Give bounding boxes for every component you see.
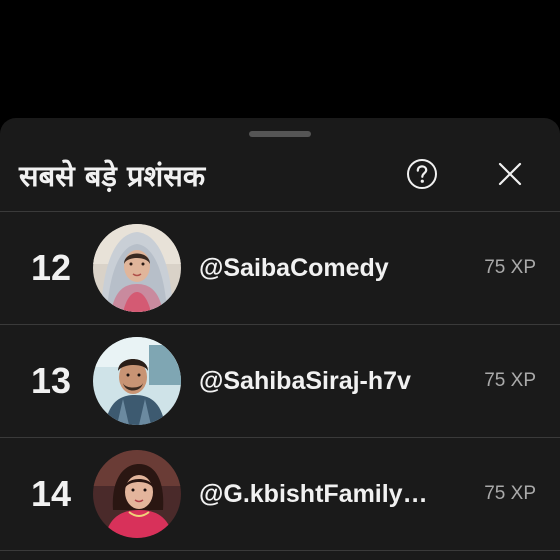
fan-rank: 12 bbox=[30, 247, 72, 288]
fan-xp: 75 XP bbox=[484, 370, 536, 391]
fan-handle[interactable]: @G.kbishtFamily… bbox=[199, 438, 444, 550]
help-circle-icon bbox=[407, 159, 437, 189]
close-button[interactable] bbox=[494, 158, 526, 190]
top-fans-sheet: सबसे बड़े प्रशंसक 12 @SaibaComedy 75 XP … bbox=[0, 118, 560, 560]
fan-avatar[interactable] bbox=[93, 450, 181, 538]
sheet-title: सबसे बड़े प्रशंसक bbox=[19, 159, 206, 193]
fan-avatar[interactable] bbox=[93, 337, 181, 425]
fan-handle[interactable]: @SaibaComedy bbox=[199, 212, 444, 324]
fan-row[interactable]: 14 @G.kbishtFamily… 75 XP bbox=[0, 438, 560, 550]
drag-handle[interactable] bbox=[249, 131, 311, 137]
fan-rank: 14 bbox=[30, 473, 72, 514]
divider bbox=[0, 550, 560, 551]
fan-row[interactable]: 13 @SahibaSiraj-h7v 75 XP bbox=[0, 325, 560, 437]
fan-avatar[interactable] bbox=[93, 224, 181, 312]
fan-row[interactable]: 12 @SaibaComedy 75 XP bbox=[0, 212, 560, 324]
fan-xp: 75 XP bbox=[484, 483, 536, 504]
close-icon bbox=[498, 162, 522, 186]
help-button[interactable] bbox=[406, 158, 438, 190]
fan-xp: 75 XP bbox=[484, 257, 536, 278]
fan-rank: 13 bbox=[30, 360, 72, 401]
fan-handle[interactable]: @SahibaSiraj-h7v bbox=[199, 325, 444, 437]
